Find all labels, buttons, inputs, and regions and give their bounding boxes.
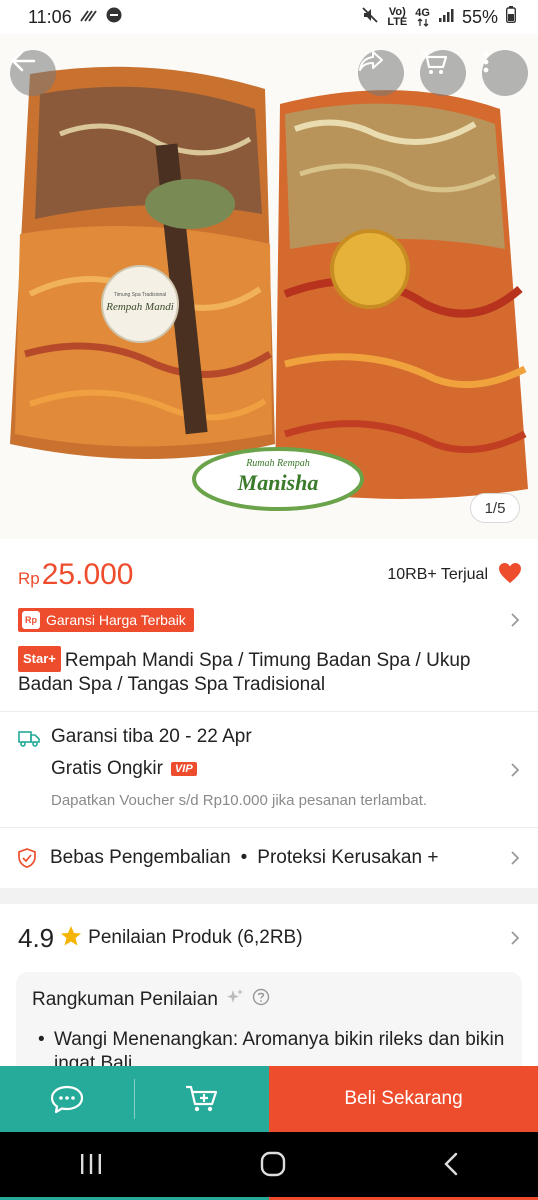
review-summary-title: Rangkuman Penilaian xyxy=(32,989,218,1010)
product-title: Rempah Mandi Spa / Timung Badan Spa / Uk… xyxy=(18,650,471,695)
bag-label-text: Rempah Mandi xyxy=(105,301,174,313)
divider xyxy=(0,711,538,712)
price-guarantee-label: Garansi Harga Terbaik xyxy=(46,612,186,628)
rating-row[interactable]: 4.9 Penilaian Produk (6,2RB) xyxy=(18,918,520,958)
share-icon xyxy=(359,51,383,71)
sold-count: 10RB+ Terjual xyxy=(387,566,488,583)
recent-apps-icon xyxy=(80,1153,101,1174)
brand-logo-top: Rumah Rempah xyxy=(245,458,310,469)
voucher-note: Dapatkan Voucher s/d Rp10.000 jika pesan… xyxy=(51,792,428,809)
chevron-right-icon xyxy=(511,613,520,627)
battery-icon xyxy=(505,6,517,28)
shield-icon xyxy=(18,848,36,868)
back-arrow-icon xyxy=(11,50,36,72)
price-guarantee-badge: Rp Garansi Harga Terbaik xyxy=(18,608,194,632)
mute-icon xyxy=(361,6,379,29)
network-type-label: 4G xyxy=(415,6,430,19)
product-photo: Rempah Mandi Timung Spa Tradisional Ruma… xyxy=(10,66,528,511)
shipping-section[interactable]: Garansi tiba 20 - 22 Apr Gratis Ongkir V… xyxy=(18,722,520,822)
heart-icon xyxy=(499,562,521,583)
product-price: Rp 25.000 xyxy=(18,558,134,592)
system-navigation-bar xyxy=(0,1132,538,1200)
home-icon xyxy=(260,1151,286,1176)
price-currency: Rp xyxy=(18,569,40,588)
back-nav-button[interactable] xyxy=(443,1152,459,1181)
brand-logo-name: Manisha xyxy=(237,470,319,495)
price-row: Rp 25.000 10RB+ Terjual xyxy=(18,550,522,600)
signal-icon xyxy=(438,7,454,28)
returns-row[interactable]: Bebas Pengembalian • Proteksi Kerusakan … xyxy=(18,838,520,878)
status-bar: 11:06 Vo) LTE 4G 55% xyxy=(0,0,538,34)
share-button[interactable] xyxy=(358,50,404,96)
chat-icon xyxy=(50,1085,84,1114)
arrival-guarantee: Garansi tiba 20 - 22 Apr xyxy=(51,726,252,747)
section-gap xyxy=(0,888,538,904)
rating-label: Penilaian Produk (6,2RB) xyxy=(88,927,303,948)
delivery-truck-icon xyxy=(18,730,40,753)
favorite-button[interactable] xyxy=(498,562,522,589)
battery-level: 55% xyxy=(461,6,498,27)
image-counter: 1/5 xyxy=(470,493,520,523)
product-image-carousel[interactable]: Rempah Mandi Timung Spa Tradisional Ruma… xyxy=(0,34,538,539)
back-button[interactable] xyxy=(10,50,56,96)
back-chevron-icon xyxy=(444,1152,458,1175)
product-title-block: Star+ Rempah Mandi Spa / Timung Badan Spa… xyxy=(18,646,508,697)
more-options-button[interactable] xyxy=(482,50,528,96)
free-return-label: Bebas Pengembalian xyxy=(50,847,231,868)
chevron-right-icon xyxy=(511,763,520,777)
help-icon[interactable] xyxy=(252,988,270,1012)
bottom-action-bar: Beli Sekarang xyxy=(0,1066,538,1132)
chevron-right-icon xyxy=(511,851,520,865)
lte-label: LTE xyxy=(387,16,408,28)
separator-dot: • xyxy=(240,847,248,868)
star-plus-badge: Star+ xyxy=(18,646,61,672)
add-to-cart-icon xyxy=(186,1085,218,1112)
star-icon xyxy=(60,925,82,952)
price-guarantee-row[interactable]: Rp Garansi Harga Terbaik xyxy=(18,606,520,634)
price-amount: 25.000 xyxy=(41,558,134,591)
cart-icon xyxy=(422,51,448,74)
do-not-disturb-icon xyxy=(106,7,122,28)
rating-score: 4.9 xyxy=(18,922,55,953)
divider xyxy=(0,827,538,828)
more-vertical-icon xyxy=(483,51,489,73)
bag-label-subtext: Timung Spa Tradisional xyxy=(114,292,166,298)
chevron-right-icon xyxy=(511,931,520,945)
cart-button[interactable] xyxy=(420,50,466,96)
clock: 11:06 xyxy=(28,6,72,27)
free-shipping-label: Gratis Ongkir xyxy=(51,758,163,779)
data-saver-icon xyxy=(79,7,98,28)
chat-button[interactable] xyxy=(0,1066,134,1132)
vip-badge: VIP xyxy=(170,762,197,776)
sparkle-icon xyxy=(226,988,244,1012)
recent-apps-button[interactable] xyxy=(79,1153,103,1180)
guarantee-logo-icon: Rp xyxy=(22,611,40,629)
bullet: • xyxy=(38,1029,45,1050)
data-arrows-icon xyxy=(417,17,429,27)
buy-now-button[interactable]: Beli Sekarang xyxy=(269,1066,538,1132)
add-to-cart-button[interactable] xyxy=(135,1066,269,1132)
damage-protection-label: Proteksi Kerusakan + xyxy=(257,847,439,868)
home-button[interactable] xyxy=(260,1151,286,1182)
